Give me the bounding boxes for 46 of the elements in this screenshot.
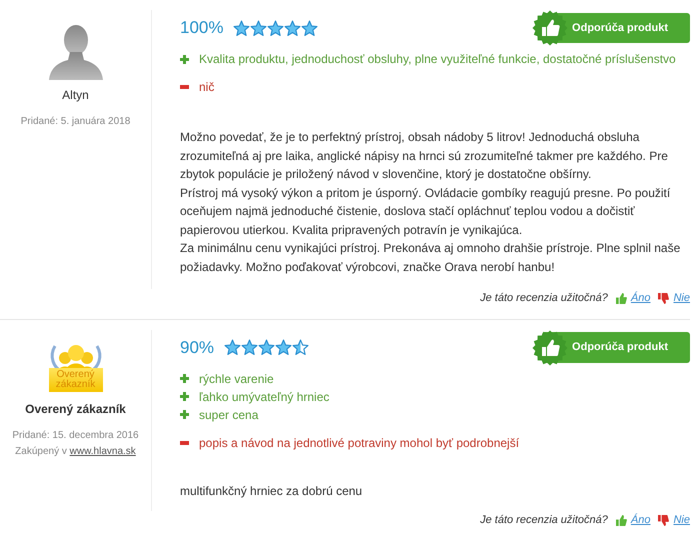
star-icon — [250, 20, 268, 36]
helpful-question: Je táto recenzia užitočná? — [480, 513, 608, 528]
minus-icon — [180, 85, 189, 89]
pro-text: super cena — [199, 406, 258, 424]
star-icon — [292, 339, 310, 356]
star-icon — [267, 20, 284, 36]
star-icon — [224, 339, 242, 356]
star-icon — [241, 339, 258, 356]
plus-icon — [180, 392, 189, 401]
star-icon — [275, 339, 292, 356]
helpful-link[interactable]: Áno — [630, 512, 650, 528]
added-date: Pridané: 15. decembra 2016 — [12, 428, 139, 442]
verified-badge: Overený zákazník — [48, 368, 102, 392]
con-text: popis a návod na jednotlivé potraviny mohol byť podrobnejší — [199, 434, 520, 452]
review-text: multifunkčný hrniec za dobrú cenu — [180, 482, 364, 500]
review-text: Za minimálnu cenu vynikajúci prístroj. Prekonáva aj omnoho drahšie prístroje. Plne splnil naše požiadavky. Možno poďakovať výrobcovi, značke Orava nerobí hanbu! — [180, 240, 682, 276]
shop-link[interactable]: www.hlavna.sk — [70, 446, 136, 456]
star-icon — [301, 20, 318, 36]
pro-text: rýchle varenie — [199, 370, 274, 388]
thumbs-down-icon — [658, 514, 670, 526]
avatar-icon — [48, 22, 104, 80]
star-icon — [284, 20, 302, 36]
star-icon — [258, 339, 276, 356]
pro-text: ľahko umývateľný hrniec — [199, 388, 330, 406]
author-name: Altyn — [62, 87, 89, 104]
plus-icon — [180, 410, 189, 419]
plus-icon — [180, 374, 189, 383]
review-text: Možno povedať, že je to perfektný prístroj, obsah nádoby 5 litrov! Jednoduchá obsluha zrozumiteľná aj pre laika, anglické nápisy na hrnci sú zrozumiteľné takmer pre každého. Pre zbytok populácie je priložený návod v slovenčine, ktorý je dostatočne obšírny. — [180, 129, 669, 183]
helpful-link[interactable]: Áno — [630, 290, 650, 306]
author-name: Overený zákazník — [25, 400, 126, 418]
review-text: Prístroj má vysoký výkon a pritom je úsporný. Ovládacie gombíky reagujú presne. Po použití oceňujem najmä jednoduché čistenie, doslova stačí opláchnuť teplou vodou a dočistiť papierovou utierkou. Kvalita pripravených potravín je vynikajúca. — [180, 184, 672, 238]
con-text: nič — [199, 79, 214, 96]
not-helpful-link[interactable]: Nie — [673, 512, 690, 528]
minus-icon — [180, 440, 189, 444]
purchase-info: Zakúpený v www.hlavna.sk — [14, 444, 137, 458]
plus-icon — [180, 54, 189, 64]
not-helpful-link[interactable]: Nie — [673, 290, 690, 306]
pro-text: Kvalita produktu, jednoduchosť obsluhy, plne využiteľné funkcie, dostatočné príslušenstvo — [199, 51, 676, 68]
thumbs-up-icon — [616, 514, 627, 526]
added-date: Pridané: 5. januára 2018 — [20, 115, 130, 129]
score-percent: 100% — [180, 17, 224, 40]
score-percent: 90% — [180, 336, 214, 359]
helpful-question: Je táto recenzia užitočná? — [480, 291, 608, 306]
thumbs-up-icon — [616, 292, 627, 304]
thumbs-down-icon — [658, 292, 670, 304]
star-icon — [233, 20, 250, 36]
